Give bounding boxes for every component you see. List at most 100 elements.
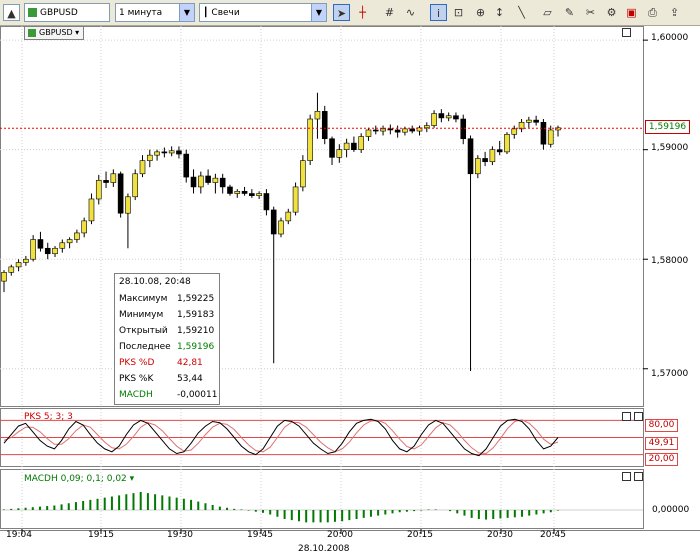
interval-select[interactable]: 1 минута ▼	[115, 3, 195, 22]
maximize-icon[interactable]	[622, 412, 631, 421]
candle-body	[351, 142, 357, 150]
close-icon[interactable]	[634, 472, 643, 481]
candle-body	[125, 196, 131, 214]
stochastic-d-line	[3, 419, 559, 455]
info-label: PKS %K	[119, 374, 154, 384]
candle-body	[176, 150, 182, 155]
candle-body	[365, 129, 372, 137]
candle-body	[8, 266, 15, 273]
info-label: Минимум	[119, 310, 164, 320]
candle-body	[146, 154, 153, 161]
close-icon[interactable]	[634, 412, 643, 421]
candle-body	[263, 193, 270, 211]
chevron-down-icon[interactable]: ▼	[179, 4, 194, 21]
candle-body	[343, 142, 350, 150]
candle-body	[37, 239, 44, 249]
symbol-select[interactable]: GBPUSD	[24, 3, 110, 22]
candle-body	[336, 149, 343, 158]
time-tick: 20:30	[487, 530, 513, 540]
info-value: 53,44	[177, 374, 203, 384]
symbol-badge[interactable]: GBPUSD ▾	[24, 26, 85, 40]
candle-body	[307, 118, 313, 161]
zoom-area-icon[interactable]: ⊡	[450, 4, 467, 21]
indicator-icon[interactable]: ∿	[402, 4, 419, 21]
candle-body	[256, 193, 262, 196]
chevron-down-icon: ▾	[75, 28, 80, 37]
info-value: 1,59183	[177, 310, 215, 320]
info-value: 1,59225	[177, 294, 215, 304]
edit-icon[interactable]: ✎	[561, 4, 578, 21]
chart-type-select[interactable]: ┃ Свечи ▼	[199, 3, 327, 22]
candle-body	[1, 272, 7, 282]
scroll-up-button[interactable]: ▲	[3, 4, 20, 21]
candle-body	[511, 128, 518, 135]
grid-icon[interactable]: #	[381, 4, 398, 21]
cursor-icon[interactable]: ➤	[333, 4, 350, 21]
candle-body	[278, 220, 284, 235]
zoom-icon[interactable]: ⊕	[472, 4, 489, 21]
candle-body	[88, 198, 95, 222]
candle-body	[475, 158, 481, 175]
candle-body	[300, 160, 306, 188]
candle-body	[547, 129, 554, 145]
tools-icon[interactable]: ✂	[582, 4, 599, 21]
candle-body	[445, 115, 452, 119]
candle-body	[190, 176, 197, 188]
candle-body	[453, 115, 459, 120]
chart-type-value: Свечи	[211, 7, 240, 18]
candle-body	[212, 177, 219, 183]
macd-layer	[0, 492, 643, 523]
price-tick: 1,60000	[651, 33, 689, 43]
info-label: Максимум	[119, 294, 168, 304]
candle-body	[402, 128, 408, 133]
time-tick: 19:15	[88, 530, 114, 540]
info-row: Последнее 1,59196	[119, 342, 214, 352]
maximize-icon[interactable]	[622, 28, 631, 37]
time-tick: 19:45	[247, 530, 273, 540]
candle-body	[219, 177, 226, 188]
candle-body	[292, 186, 299, 213]
info-icon[interactable]: i	[430, 4, 447, 21]
chevron-down-icon[interactable]: ▼	[311, 4, 326, 21]
candle-body	[285, 211, 292, 222]
candle-body	[380, 128, 386, 132]
candle-body	[198, 175, 204, 188]
info-row: PKS %D 42,81	[119, 358, 203, 368]
candle-body	[161, 151, 168, 154]
time-tick: 19:30	[167, 530, 193, 540]
stochastic-level-tag: 20,00	[645, 453, 678, 466]
macd-zero-label: 0,00000	[652, 505, 690, 515]
info-row: Максимум 1,59225	[119, 294, 214, 304]
candle-body	[23, 258, 29, 263]
macd-title-text: MACDH 0,09; 0,1; 0,02	[24, 474, 127, 484]
info-row: Минимум 1,59183	[119, 310, 214, 320]
candle-body	[59, 242, 66, 249]
candle-body	[110, 173, 117, 183]
candle-body	[489, 149, 496, 163]
stochastic-level-tag: 80,00	[645, 419, 678, 432]
info-row: Открытый 1,59210	[119, 326, 214, 336]
line-tool-icon[interactable]: ╲	[513, 4, 530, 21]
candle-body	[526, 119, 532, 123]
candle-body	[52, 247, 58, 255]
measure-icon[interactable]: ↕	[491, 4, 508, 21]
windows-icon[interactable]: ▣	[623, 4, 640, 21]
macd-title[interactable]: MACDH 0,09; 0,1; 0,02 ▾	[24, 474, 134, 484]
candle-body	[95, 180, 102, 200]
info-row: PKS %K 53,44	[119, 374, 203, 384]
candle-body	[183, 153, 190, 178]
print-icon[interactable]: ⎙	[644, 4, 661, 21]
info-tooltip: 28.10.08, 20:48 Максимум 1,59225 Минимум 1…	[114, 273, 220, 405]
crosshair-icon[interactable]: ┼	[354, 4, 371, 21]
settings-icon[interactable]: ⚙	[603, 4, 620, 21]
info-value: 1,59210	[177, 326, 215, 336]
symbol-value: GBPUSD	[40, 7, 78, 18]
export-icon[interactable]: ⇪	[666, 4, 683, 21]
candle-body	[234, 191, 241, 194]
shape-tool-icon[interactable]: ▱	[539, 4, 556, 21]
candle-body	[117, 173, 124, 214]
last-price-tag: 1,59196	[645, 120, 690, 134]
stochastic-title: PKS 5; 3; 3	[24, 412, 73, 422]
info-value: -0,00011	[177, 390, 218, 400]
maximize-icon[interactable]	[622, 472, 631, 481]
